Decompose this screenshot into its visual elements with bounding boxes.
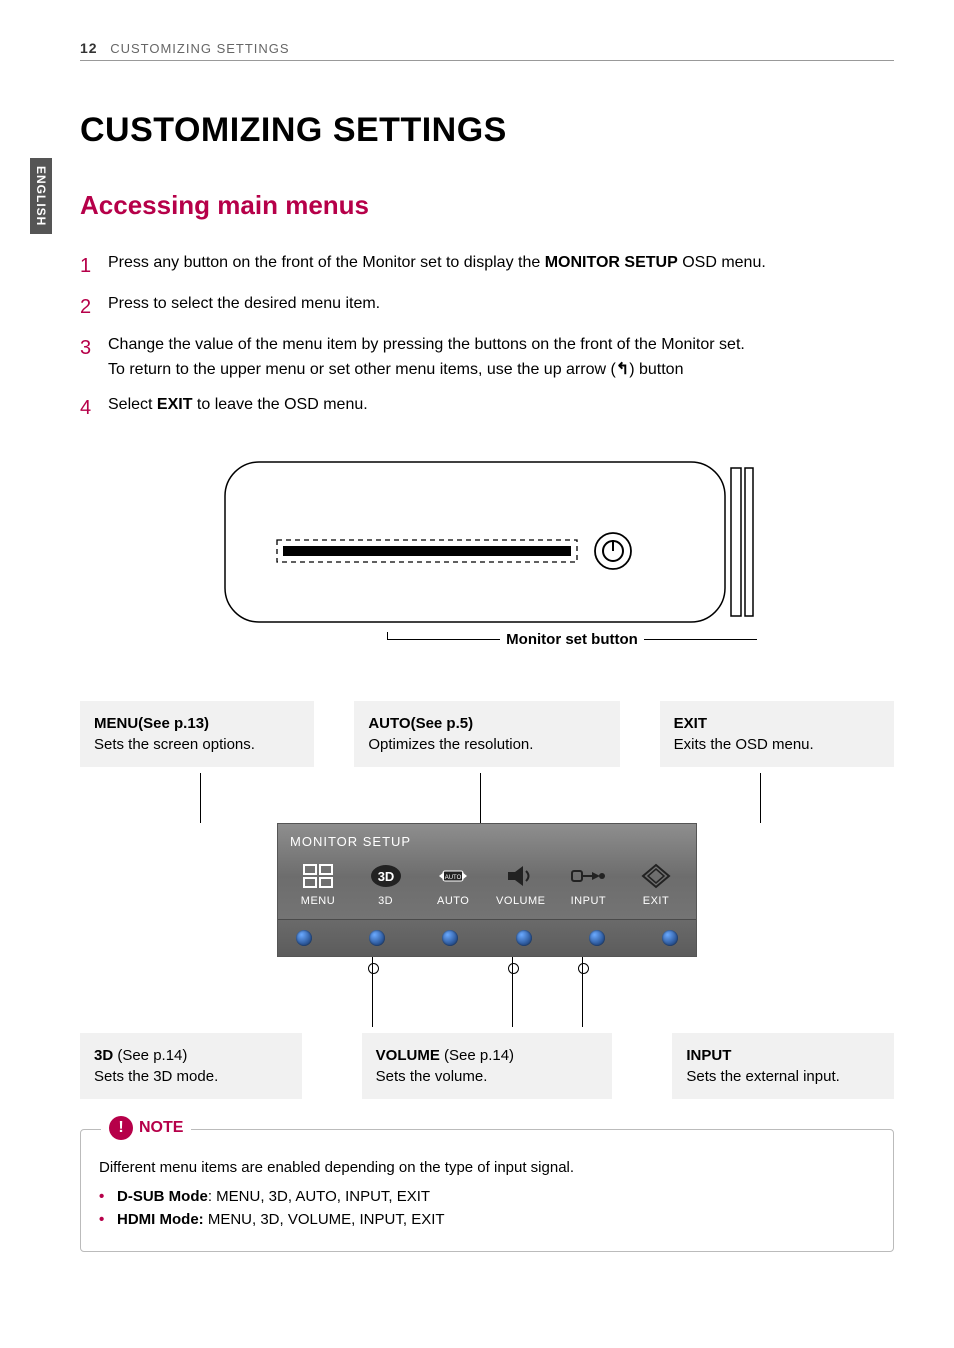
page-title: CUSTOMIZING SETTINGS [80, 111, 894, 150]
step-text: Change the value of the menu item by pre… [108, 333, 745, 383]
step-text: Press any button on the front of the Mon… [108, 251, 766, 276]
note-item: HDMI Mode: MENU, 3D, VOLUME, INPUT, EXIT [99, 1208, 875, 1231]
note-badge: ! NOTE [101, 1116, 191, 1141]
three-d-icon: 3D [364, 863, 408, 889]
osd-panel-wrap: MONITOR SETUP 3D AUTO [277, 823, 697, 1027]
osd-button [442, 930, 458, 946]
info-box-volume: VOLUME (See p.14) Sets the volume. [362, 1033, 613, 1099]
svg-text:3D: 3D [377, 869, 394, 884]
osd-label: VOLUME [495, 895, 547, 907]
steps-list: 1 Press any button on the front of the M… [80, 251, 894, 424]
info-boxes-top: MENU(See p.13) Sets the screen options. … [80, 701, 894, 767]
note-item: D-SUB Mode: MENU, 3D, AUTO, INPUT, EXIT [99, 1185, 875, 1208]
diagram-caption: Monitor set button [500, 631, 644, 648]
running-title: CUSTOMIZING SETTINGS [110, 41, 289, 56]
running-header: 12 CUSTOMIZING SETTINGS [80, 40, 894, 61]
osd-title: MONITOR SETUP [290, 834, 684, 849]
step-number: 3 [80, 333, 108, 364]
osd-label: 3D [360, 895, 412, 907]
info-box-3d: 3D (See p.14) Sets the 3D mode. [80, 1033, 302, 1099]
info-box-exit: EXIT Exits the OSD menu. [660, 701, 894, 767]
page-number: 12 [80, 40, 98, 56]
language-tab: ENGLISH [30, 158, 52, 234]
note-intro: Different menu items are enabled dependi… [99, 1156, 875, 1179]
osd-label: MENU [292, 895, 344, 907]
info-box-auto: AUTO(See p.5) Optimizes the resolution. [354, 701, 619, 767]
osd-button [369, 930, 385, 946]
step-text: Press to select the desired menu item. [108, 292, 380, 317]
section-title: Accessing main menus [80, 190, 894, 221]
up-arrow-icon: ↰ [616, 361, 629, 378]
step-number: 1 [80, 251, 108, 282]
volume-icon [499, 863, 543, 889]
svg-text:AUTO: AUTO [445, 875, 462, 881]
info-box-input: INPUT Sets the external input. [672, 1033, 894, 1099]
auto-icon: AUTO [431, 863, 475, 889]
step-number: 4 [80, 393, 108, 424]
info-box-menu: MENU(See p.13) Sets the screen options. [80, 701, 314, 767]
osd-button [589, 930, 605, 946]
input-icon [566, 863, 610, 889]
alert-icon: ! [109, 1116, 133, 1140]
diagram-caption-line: Monitor set button [387, 639, 757, 661]
osd-button-row [278, 919, 696, 956]
leader-lines-bottom [277, 957, 697, 1027]
monitor-front-diagram: Monitor set button [217, 454, 757, 661]
leader-lines-top [80, 773, 894, 823]
osd-button [296, 930, 312, 946]
osd-button [662, 930, 678, 946]
osd-label: INPUT [562, 895, 614, 907]
menu-icon [296, 863, 340, 889]
step-number: 2 [80, 292, 108, 323]
note-box: ! NOTE Different menu items are enabled … [80, 1129, 894, 1253]
step-text: Select EXIT to leave the OSD menu. [108, 393, 368, 418]
osd-button [516, 930, 532, 946]
osd-panel: MONITOR SETUP 3D AUTO [277, 823, 697, 957]
info-boxes-bottom: 3D (See p.14) Sets the 3D mode. VOLUME (… [80, 1033, 894, 1099]
osd-label: EXIT [630, 895, 682, 907]
exit-icon [634, 863, 678, 889]
osd-label: AUTO [427, 895, 479, 907]
